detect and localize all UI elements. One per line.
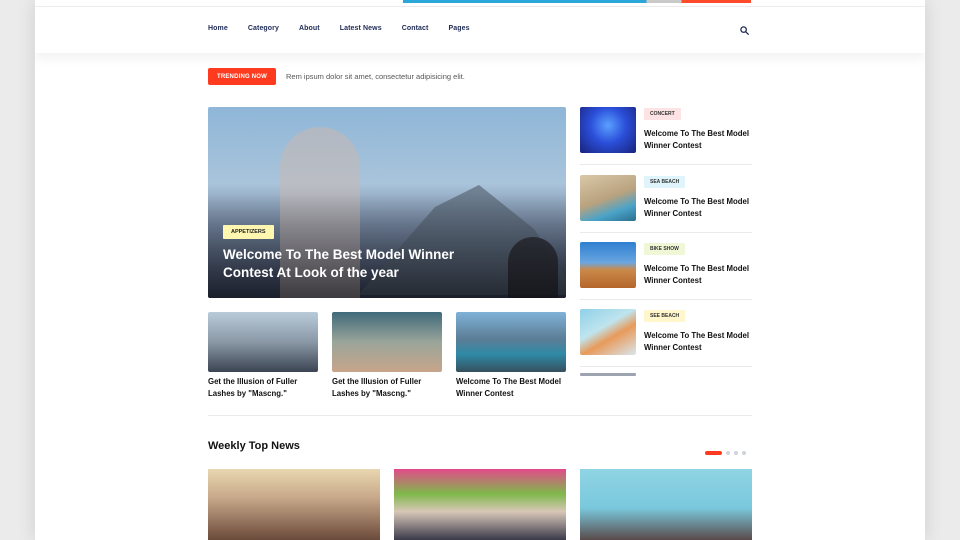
side-item-tag[interactable]: BIKE SHOW — [644, 243, 685, 255]
side-list-item[interactable]: SEA BEACH Welcome To The Best Model Winn… — [580, 175, 752, 231]
side-divider — [580, 299, 752, 300]
weekly-card[interactable] — [580, 469, 752, 540]
small-card[interactable]: Get the Illusion of Fuller Lashes by "Ma… — [208, 312, 318, 399]
side-list-item[interactable]: BIKE SHOW Welcome To The Best Model Winn… — [580, 242, 752, 298]
side-divider — [580, 232, 752, 233]
nav-item-latest-news[interactable]: Latest News — [340, 25, 382, 32]
small-card-caption[interactable]: Get the Illusion of Fuller Lashes by "Ma… — [208, 376, 318, 399]
section-divider — [208, 415, 752, 416]
small-card[interactable]: Welcome To The Best Model Winner Contest — [456, 312, 566, 399]
trending-text[interactable]: Rem ipsum dolor sit amet, consectetur ad… — [286, 72, 465, 81]
hero-article[interactable]: APPETIZERS Welcome To The Best Model Win… — [208, 107, 566, 298]
side-list-item[interactable]: SEE BEACH Welcome To The Best Model Winn… — [580, 309, 752, 365]
nav-item-contact[interactable]: Contact — [402, 25, 429, 32]
side-item-image — [580, 242, 636, 288]
side-item-image — [580, 309, 636, 355]
side-item-tag[interactable]: SEE BEACH — [644, 310, 686, 322]
weekly-section-title: Weekly Top News — [208, 440, 300, 452]
side-item-title[interactable]: Welcome To The Best Model Winner Contest — [644, 196, 754, 219]
side-item-title[interactable]: Welcome To The Best Model Winner Contest — [644, 263, 754, 286]
carousel-dots — [705, 451, 746, 455]
top-banner-strip — [403, 0, 751, 3]
carousel-dot[interactable] — [726, 451, 730, 455]
side-item-title[interactable]: Welcome To The Best Model Winner Contest — [644, 128, 754, 151]
small-card-image — [208, 312, 318, 372]
page: Home Category About Latest News Contact … — [35, 0, 925, 540]
small-card-caption[interactable]: Welcome To The Best Model Winner Contest — [456, 376, 566, 399]
side-item-image — [580, 175, 636, 221]
carousel-dot[interactable] — [734, 451, 738, 455]
trending-bar: TRENDING NOW Rem ipsum dolor sit amet, c… — [208, 68, 465, 85]
side-list-next-item — [580, 373, 636, 376]
side-item-tag[interactable]: CONCERT — [644, 108, 681, 120]
trending-now-button[interactable]: TRENDING NOW — [208, 68, 276, 85]
small-card[interactable]: Get the Illusion of Fuller Lashes by "Ma… — [332, 312, 442, 399]
side-divider — [580, 164, 752, 165]
weekly-card[interactable] — [208, 469, 380, 540]
carousel-dot-active[interactable] — [705, 451, 722, 455]
side-item-image — [580, 107, 636, 153]
side-divider — [580, 366, 752, 367]
hero-category-badge[interactable]: APPETIZERS — [223, 225, 274, 239]
search-icon[interactable] — [740, 26, 749, 35]
side-item-title[interactable]: Welcome To The Best Model Winner Contest — [644, 330, 754, 353]
weekly-card[interactable] — [394, 469, 566, 540]
side-item-tag[interactable]: SEA BEACH — [644, 176, 686, 188]
small-card-image — [456, 312, 566, 372]
hero-title[interactable]: Welcome To The Best Model Winner Contest… — [223, 246, 473, 282]
small-card-image — [332, 312, 442, 372]
header: Home Category About Latest News Contact … — [35, 7, 925, 53]
side-list-item[interactable]: CONCERT Welcome To The Best Model Winner… — [580, 107, 752, 163]
nav-item-category[interactable]: Category — [248, 25, 279, 32]
nav-item-home[interactable]: Home — [208, 25, 228, 32]
carousel-dot[interactable] — [742, 451, 746, 455]
nav-item-about[interactable]: About — [299, 25, 320, 32]
small-card-caption[interactable]: Get the Illusion of Fuller Lashes by "Ma… — [332, 376, 442, 399]
nav-item-pages[interactable]: Pages — [448, 25, 469, 32]
main-nav: Home Category About Latest News Contact … — [208, 25, 490, 32]
